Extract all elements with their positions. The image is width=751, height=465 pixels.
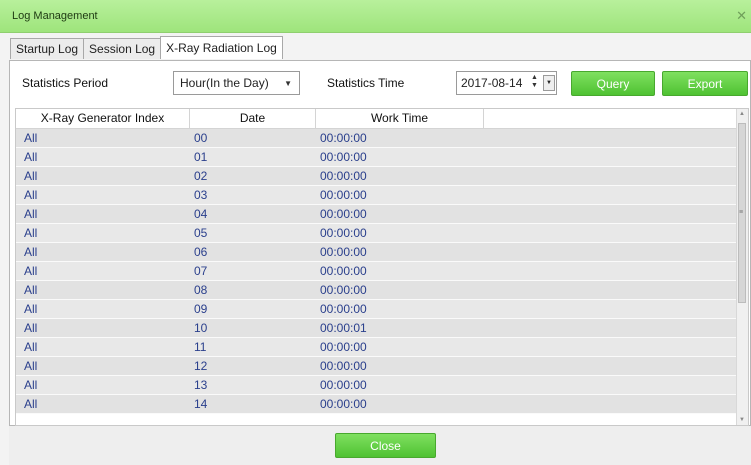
scroll-up-icon[interactable]: ▲ bbox=[739, 111, 745, 117]
generator-index-cell: All bbox=[24, 169, 38, 183]
calendar-dropdown-icon[interactable]: ▼ bbox=[543, 75, 555, 91]
date-cell: 09 bbox=[194, 302, 208, 316]
spinner-icon[interactable]: ▲ ▼ bbox=[531, 74, 538, 90]
work-time-cell: 00:00:00 bbox=[320, 359, 367, 373]
close-button[interactable]: Close bbox=[335, 433, 436, 458]
log-management-window: Log Management ✕ Startup Log Session Log… bbox=[0, 0, 751, 465]
generator-index-cell: All bbox=[24, 302, 38, 316]
table-row[interactable]: All 10 00:00:01 bbox=[16, 319, 738, 338]
export-button[interactable]: Export bbox=[662, 71, 748, 96]
tab-session-log[interactable]: Session Log bbox=[83, 38, 162, 59]
table-row[interactable]: All 06 00:00:00 bbox=[16, 243, 738, 262]
grip-icon: ≡ bbox=[739, 209, 744, 216]
generator-index-cell: All bbox=[24, 226, 38, 240]
table-row[interactable]: All 08 00:00:00 bbox=[16, 281, 738, 300]
vertical-scrollbar[interactable]: ▲ ≡ ▼ bbox=[736, 109, 748, 425]
generator-index-cell: All bbox=[24, 150, 38, 164]
table-row[interactable]: All 07 00:00:00 bbox=[16, 262, 738, 281]
generator-index-cell: All bbox=[24, 264, 38, 278]
log-table: X-Ray Generator Index Date Work Time All… bbox=[15, 108, 749, 426]
column-header-work-time[interactable]: Work Time bbox=[316, 111, 483, 125]
work-time-cell: 00:00:00 bbox=[320, 264, 367, 278]
column-header-date[interactable]: Date bbox=[190, 111, 315, 125]
generator-index-cell: All bbox=[24, 245, 38, 259]
work-time-cell: 00:00:00 bbox=[320, 188, 367, 202]
date-cell: 07 bbox=[194, 264, 208, 278]
work-time-cell: 00:00:00 bbox=[320, 378, 367, 392]
table-row[interactable]: All 11 00:00:00 bbox=[16, 338, 738, 357]
generator-index-cell: All bbox=[24, 283, 38, 297]
statistics-period-value: Hour(In the Day) bbox=[180, 76, 269, 90]
work-time-cell: 00:00:00 bbox=[320, 245, 367, 259]
date-cell: 12 bbox=[194, 359, 208, 373]
table-row[interactable]: All 14 00:00:00 bbox=[16, 395, 738, 414]
table-row[interactable]: All 02 00:00:00 bbox=[16, 167, 738, 186]
table-row[interactable]: All 09 00:00:00 bbox=[16, 300, 738, 319]
statistics-time-value: 2017-08-14 bbox=[461, 76, 523, 90]
work-time-cell: 00:00:01 bbox=[320, 321, 367, 335]
scroll-down-icon[interactable]: ▼ bbox=[739, 417, 745, 423]
statistics-time-label: Statistics Time bbox=[327, 76, 405, 90]
date-cell: 03 bbox=[194, 188, 208, 202]
work-time-cell: 00:00:00 bbox=[320, 340, 367, 354]
generator-index-cell: All bbox=[24, 321, 38, 335]
table-header: X-Ray Generator Index Date Work Time bbox=[16, 109, 738, 129]
close-icon[interactable]: ✕ bbox=[736, 8, 747, 24]
tab-bar: Startup Log Session Log X-Ray Radiation … bbox=[10, 36, 283, 60]
table-row[interactable]: All 13 00:00:00 bbox=[16, 376, 738, 395]
date-cell: 02 bbox=[194, 169, 208, 183]
date-cell: 01 bbox=[194, 150, 208, 164]
statistics-time-picker[interactable]: 2017-08-14 ▲ ▼ ▼ bbox=[456, 71, 557, 95]
work-time-cell: 00:00:00 bbox=[320, 397, 367, 411]
date-cell: 08 bbox=[194, 283, 208, 297]
table-body: All 00 00:00:00 All 01 00:00:00 All 02 00:00:00 A… bbox=[16, 129, 738, 414]
work-time-cell: 00:00:00 bbox=[320, 207, 367, 221]
column-divider[interactable] bbox=[483, 109, 484, 128]
generator-index-cell: All bbox=[24, 359, 38, 373]
work-time-cell: 00:00:00 bbox=[320, 169, 367, 183]
work-time-cell: 00:00:00 bbox=[320, 226, 367, 240]
statistics-period-select[interactable]: Hour(In the Day) ▼ bbox=[173, 71, 300, 95]
generator-index-cell: All bbox=[24, 188, 38, 202]
tab-startup-log[interactable]: Startup Log bbox=[10, 38, 85, 59]
generator-index-cell: All bbox=[24, 131, 38, 145]
table-row[interactable]: All 04 00:00:00 bbox=[16, 205, 738, 224]
statistics-period-label: Statistics Period bbox=[22, 76, 109, 90]
date-cell: 05 bbox=[194, 226, 208, 240]
date-cell: 11 bbox=[194, 340, 207, 354]
column-header-generator-index[interactable]: X-Ray Generator Index bbox=[16, 111, 189, 125]
generator-index-cell: All bbox=[24, 378, 38, 392]
date-cell: 10 bbox=[194, 321, 208, 335]
work-time-cell: 00:00:00 bbox=[320, 150, 367, 164]
tab-xray-radiation-log[interactable]: X-Ray Radiation Log bbox=[160, 36, 283, 59]
date-cell: 04 bbox=[194, 207, 208, 221]
title-bar[interactable]: Log Management ✕ bbox=[0, 0, 751, 33]
table-row[interactable]: All 12 00:00:00 bbox=[16, 357, 738, 376]
query-button[interactable]: Query bbox=[571, 71, 655, 96]
generator-index-cell: All bbox=[24, 340, 38, 354]
table-row[interactable]: All 00 00:00:00 bbox=[16, 129, 738, 148]
date-cell: 14 bbox=[194, 397, 208, 411]
table-row[interactable]: All 01 00:00:00 bbox=[16, 148, 738, 167]
generator-index-cell: All bbox=[24, 397, 38, 411]
window-title: Log Management bbox=[12, 10, 98, 22]
date-cell: 13 bbox=[194, 378, 208, 392]
work-time-cell: 00:00:00 bbox=[320, 283, 367, 297]
date-cell: 06 bbox=[194, 245, 208, 259]
work-time-cell: 00:00:00 bbox=[320, 302, 367, 316]
generator-index-cell: All bbox=[24, 207, 38, 221]
date-cell: 00 bbox=[194, 131, 208, 145]
work-time-cell: 00:00:00 bbox=[320, 131, 367, 145]
table-row[interactable]: All 05 00:00:00 bbox=[16, 224, 738, 243]
table-row[interactable]: All 03 00:00:00 bbox=[16, 186, 738, 205]
chevron-down-icon: ▼ bbox=[284, 79, 292, 88]
